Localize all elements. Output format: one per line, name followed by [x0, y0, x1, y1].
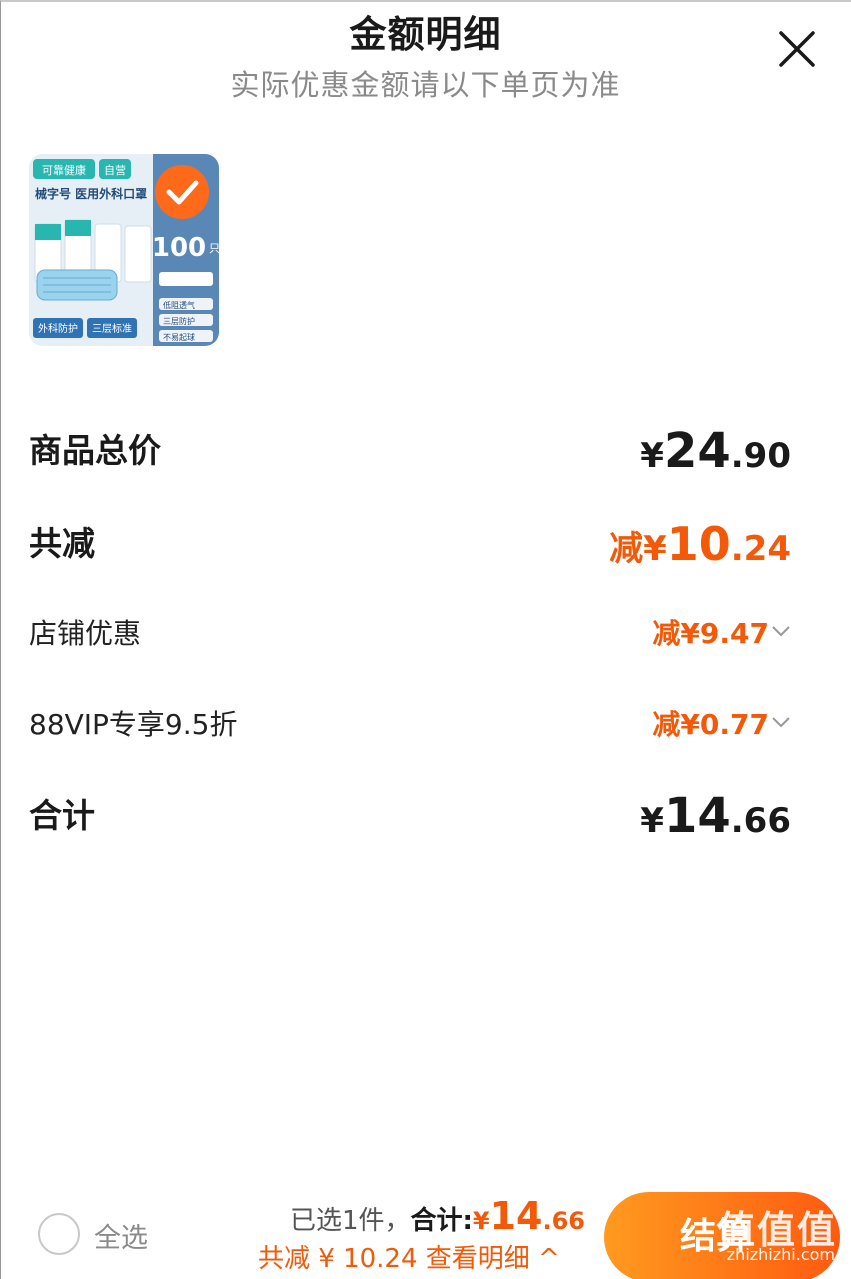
row-sum: 合计 ¥14.66: [29, 786, 799, 846]
product-name: 械字号 医用外科口罩: [35, 186, 147, 201]
total-label: 商品总价: [29, 431, 161, 470]
check-2: 三层防护: [163, 316, 195, 326]
sum-amount: ¥14.66: [640, 788, 791, 844]
reduce-label: 共减: [29, 524, 95, 563]
row-shop-discount[interactable]: 店铺优惠 减¥9.47: [29, 604, 799, 664]
row-reduce: 共减 减¥10.24: [29, 514, 799, 574]
row-vip-discount[interactable]: 88VIP专享9.5折 减¥0.77: [29, 695, 799, 755]
total-amount: ¥24.90: [640, 423, 791, 479]
feature-1: 外科防护: [38, 322, 78, 335]
row-total: 商品总价 ¥24.90: [29, 421, 799, 481]
selected-summary: 已选1件，合计:¥14.66: [290, 1194, 585, 1238]
select-all-radio[interactable]: [38, 1213, 80, 1255]
shop-discount-amount: 减¥9.47: [652, 604, 790, 664]
reduce-amount: 减¥10.24: [609, 517, 791, 571]
watermark: 值值值 zhizhizhi.com: [681, 1189, 851, 1279]
page-subtitle: 实际优惠金额请以下单页为准: [230, 68, 621, 102]
bottom-sum-label: 合计:: [410, 1206, 473, 1236]
selected-count: 已选1件，: [289, 1206, 411, 1236]
chevron-down-icon: [772, 626, 790, 637]
close-icon: [779, 31, 815, 67]
check-3: 不易起球: [163, 332, 195, 342]
bottom-sum-amount: ¥14.66: [472, 1194, 585, 1238]
check-1: 低阻透气: [163, 300, 195, 310]
watermark-url: zhizhizhi.com: [726, 1245, 835, 1264]
chevron-down-icon: [772, 717, 790, 728]
shop-discount-label: 店铺优惠: [29, 617, 142, 650]
brand-tag: 可靠健康: [42, 163, 86, 177]
page-title: 金额明细: [349, 13, 502, 56]
product-count: 100: [152, 233, 206, 263]
select-all-label[interactable]: 全选: [94, 1216, 148, 1255]
close-button[interactable]: [772, 24, 822, 74]
view-detail-link[interactable]: 共减 ¥ 10.24 查看明细 ^: [258, 1238, 560, 1275]
feature-2: 三层标准: [92, 323, 132, 335]
self-tag: 自营: [104, 163, 126, 177]
vip-discount-label: 88VIP专享9.5折: [29, 708, 238, 741]
product-thumbnail[interactable]: 可靠健康 自营 械字号 医用外科口罩 外科防护 三层标准 100 只 低阻透气 …: [29, 154, 219, 346]
sum-label: 合计: [29, 796, 95, 835]
vip-discount-amount: 减¥0.77: [652, 695, 790, 755]
product-image: 可靠健康 自营 械字号 医用外科口罩 外科防护 三层标准 100 只 低阻透气 …: [29, 154, 219, 346]
bottom-bar: 全选 已选1件，合计:¥14.66 共减 ¥ 10.24 查看明细 ^ 结算 值…: [0, 1180, 851, 1279]
product-unit: 只: [209, 242, 219, 255]
